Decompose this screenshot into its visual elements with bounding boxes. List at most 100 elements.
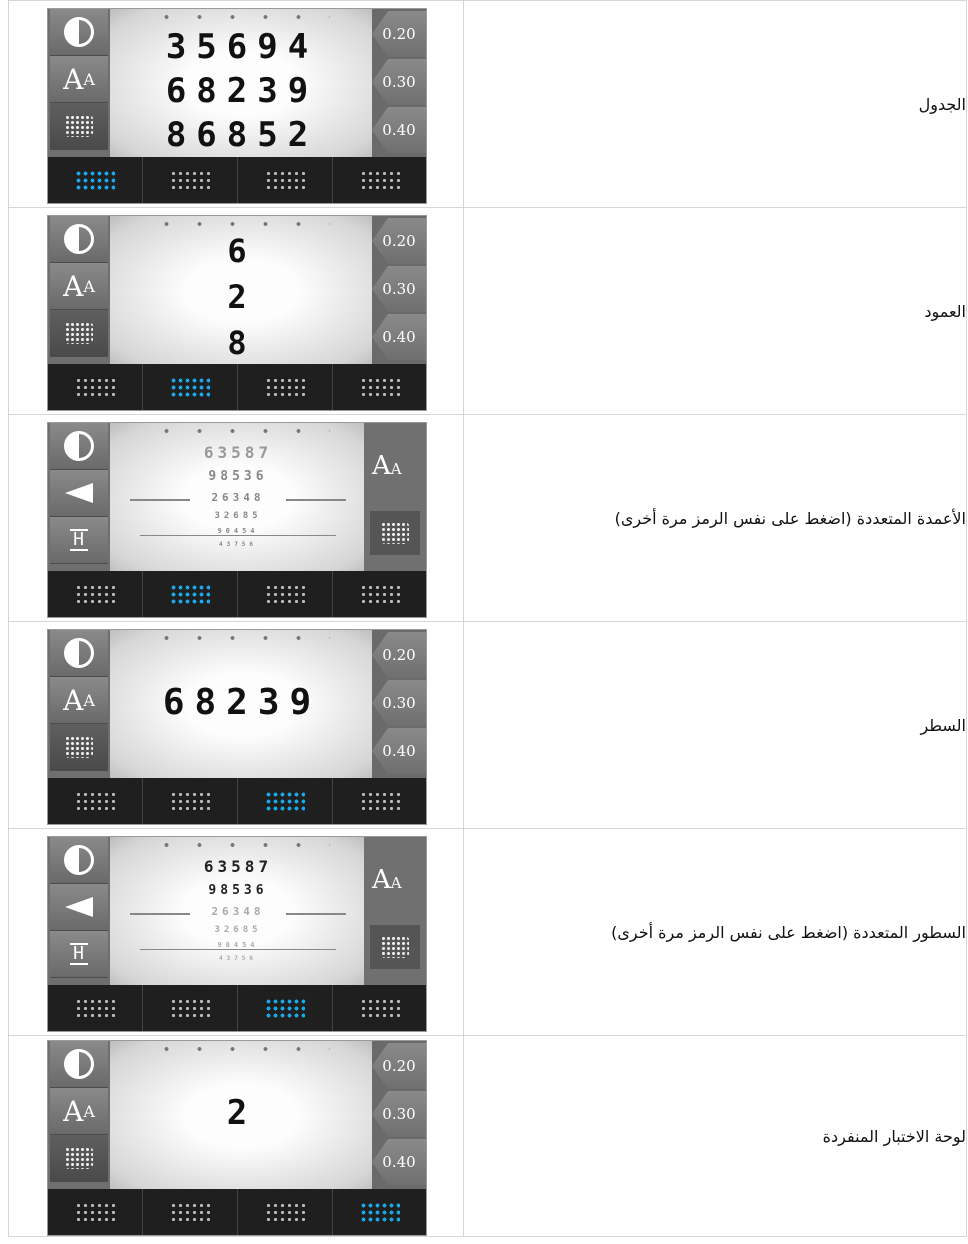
acuity-button[interactable]: 0.20 xyxy=(372,218,426,264)
mode-button[interactable] xyxy=(143,778,238,824)
contrast-icon[interactable] xyxy=(64,431,94,461)
mode-button[interactable] xyxy=(238,157,333,203)
acuity-button[interactable]: 0.30 xyxy=(372,59,426,105)
feature-label: الأعمدة المتعددة (اضغط على نفس الرمز مرة… xyxy=(614,508,966,528)
chart-line: 8 xyxy=(227,324,257,362)
arrow-left-icon[interactable] xyxy=(65,897,93,917)
grid-button[interactable] xyxy=(50,310,108,357)
mode-button[interactable] xyxy=(333,778,426,824)
grid-icon xyxy=(65,322,93,344)
chart-line: 68239 xyxy=(165,71,319,111)
acuity-button[interactable]: 0.40 xyxy=(372,728,426,774)
mode-button[interactable] xyxy=(143,571,238,617)
description-cell: العمود xyxy=(463,207,967,415)
grid-button[interactable] xyxy=(370,925,420,969)
left-panel: AA xyxy=(48,9,110,159)
chart-line: 98536 xyxy=(208,469,268,484)
grid-icon xyxy=(381,936,409,958)
mode-button[interactable] xyxy=(143,157,238,203)
mode-button[interactable] xyxy=(48,571,143,617)
right-panel: 0.20 0.30 0.40 xyxy=(372,1041,426,1191)
font-size-button[interactable]: AA xyxy=(50,56,108,103)
contrast-icon[interactable] xyxy=(64,1049,94,1079)
mode-button[interactable] xyxy=(48,1189,143,1235)
grid-button[interactable] xyxy=(50,103,108,150)
chart-line: 2 xyxy=(226,1093,258,1133)
h-icon[interactable]: H xyxy=(70,943,88,965)
acuity-button[interactable]: 0.40 xyxy=(372,1139,426,1185)
mode-icon xyxy=(170,1202,210,1222)
grid-button[interactable] xyxy=(50,724,108,771)
mode-button[interactable] xyxy=(333,157,426,203)
description-cell: السطور المتعددة (اضغط على نفس الرمز مرة … xyxy=(463,828,967,1036)
contrast-icon[interactable] xyxy=(64,17,94,47)
screenshot-cell: A A 6 2 8 0.20 0.30 0.40 xyxy=(8,207,464,415)
grid-button[interactable] xyxy=(370,511,420,555)
mode-icon xyxy=(75,170,115,190)
mode-bar xyxy=(48,985,426,1031)
mode-icon xyxy=(170,998,210,1018)
mode-button[interactable] xyxy=(238,985,333,1031)
contrast-icon[interactable] xyxy=(64,224,94,254)
chart-device: H 63587 98536 26348 32685 90454 43756 AA xyxy=(47,422,427,618)
acuity-button[interactable]: 0.30 xyxy=(372,680,426,726)
acuity-button[interactable]: 0.30 xyxy=(372,266,426,312)
mode-button[interactable] xyxy=(238,571,333,617)
description-cell: الجدول xyxy=(463,0,967,208)
divider xyxy=(286,913,346,915)
feature-label: الجدول xyxy=(918,94,966,114)
mode-button[interactable] xyxy=(48,157,143,203)
mode-button[interactable] xyxy=(48,364,143,410)
chart-device: A A 68239 0.20 0.30 0.40 xyxy=(47,629,427,825)
mode-button[interactable] xyxy=(48,778,143,824)
font-size-button[interactable]: AA xyxy=(50,1088,108,1135)
chart-display: 63587 98536 26348 32685 90454 43756 xyxy=(110,423,366,573)
mode-button[interactable] xyxy=(143,985,238,1031)
acuity-button[interactable]: 0.20 xyxy=(372,632,426,678)
font-size-button[interactable]: AA xyxy=(50,677,108,724)
mode-icon xyxy=(170,377,210,397)
mode-button[interactable] xyxy=(238,1189,333,1235)
features-table: A A 35694 68239 86852 0.20 0.30 0.40 الجدول A A 6 2 8… xyxy=(8,0,967,1237)
acuity-button[interactable]: 0.20 xyxy=(372,1043,426,1089)
chart-line: 68239 xyxy=(162,682,322,723)
mode-icon xyxy=(265,791,305,811)
divider xyxy=(140,949,336,950)
acuity-button[interactable]: 0.40 xyxy=(372,107,426,153)
mode-icon xyxy=(170,791,210,811)
chart-line: 35694 xyxy=(165,27,319,67)
acuity-button[interactable]: 0.40 xyxy=(372,314,426,360)
acuity-button[interactable]: 0.20 xyxy=(372,11,426,57)
mode-button[interactable] xyxy=(333,571,426,617)
screenshot-cell: A A 2 0.20 0.30 0.40 xyxy=(8,1035,464,1237)
mode-icon xyxy=(75,791,115,811)
table-row: A A 68239 0.20 0.30 0.40 السطر xyxy=(8,621,967,829)
contrast-icon[interactable] xyxy=(64,845,94,875)
description-cell: لوحة الاختبار المنفردة xyxy=(463,1035,967,1237)
mode-icon xyxy=(360,170,400,190)
acuity-button[interactable]: 0.30 xyxy=(372,1091,426,1137)
table-row: A A 2 0.20 0.30 0.40 لوحة الاختبار المنفردة xyxy=(8,1035,967,1237)
mode-button[interactable] xyxy=(238,364,333,410)
feature-label: السطور المتعددة (اضغط على نفس الرمز مرة … xyxy=(611,922,966,942)
font-size-button[interactable]: AA xyxy=(50,263,108,310)
right-panel: 0.20 0.30 0.40 xyxy=(372,9,426,159)
arrow-left-icon[interactable] xyxy=(65,483,93,503)
mode-button[interactable] xyxy=(333,1189,426,1235)
grid-button[interactable] xyxy=(50,1135,108,1182)
grid-icon xyxy=(65,736,93,758)
mode-button[interactable] xyxy=(48,985,143,1031)
contrast-icon[interactable] xyxy=(64,638,94,668)
mode-button[interactable] xyxy=(238,778,333,824)
mode-bar xyxy=(48,157,426,203)
mode-button[interactable] xyxy=(143,364,238,410)
right-panel: AA xyxy=(364,423,426,573)
h-icon[interactable]: H xyxy=(70,529,88,551)
font-size-button[interactable]: AA xyxy=(372,865,402,895)
indicator-dots xyxy=(150,636,330,640)
mode-button[interactable] xyxy=(143,1189,238,1235)
mode-button[interactable] xyxy=(333,985,426,1031)
mode-button[interactable] xyxy=(333,364,426,410)
font-size-button[interactable]: AA xyxy=(372,451,402,481)
chart-line: 43756 xyxy=(218,541,258,548)
